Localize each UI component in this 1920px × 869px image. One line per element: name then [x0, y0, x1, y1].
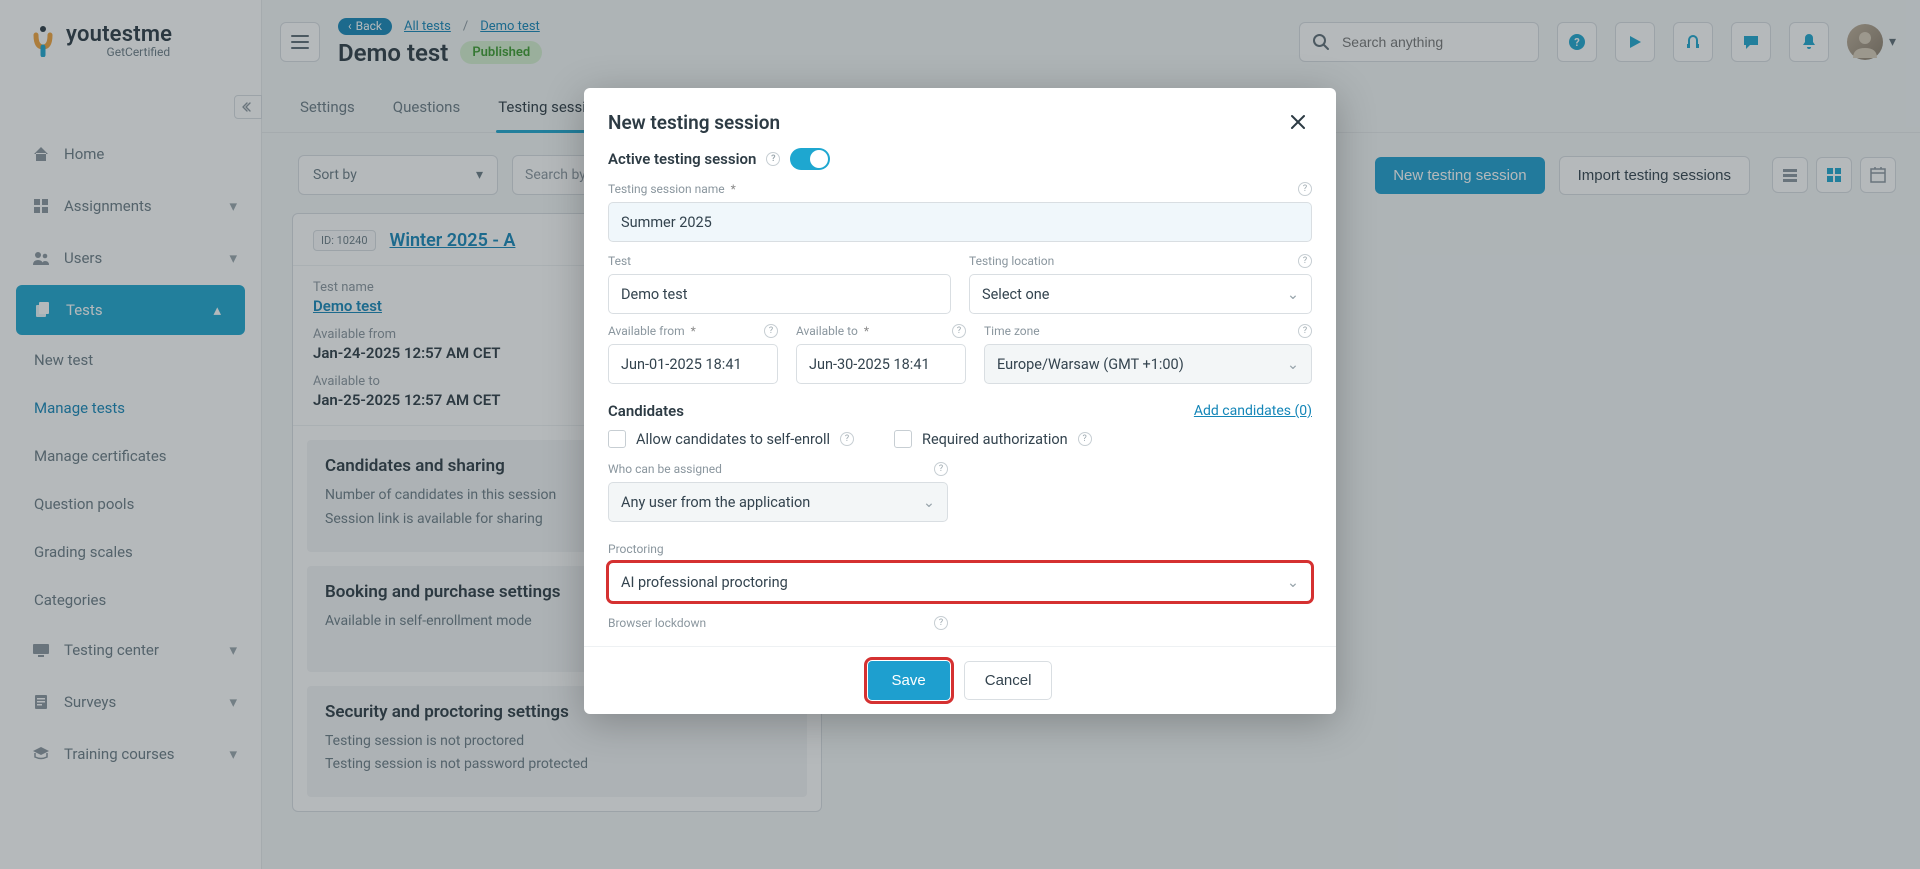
cancel-button[interactable]: Cancel: [964, 661, 1053, 700]
new-session-modal: New testing session Active testing sessi…: [584, 88, 1336, 714]
field-label: Test: [608, 254, 631, 268]
input-value: Jun-30-2025 18:41: [809, 356, 930, 373]
info-icon[interactable]: ?: [1298, 182, 1312, 196]
active-toggle[interactable]: [790, 148, 830, 170]
candidates-heading: Candidates: [608, 402, 684, 420]
session-name-input[interactable]: Summer 2025: [608, 202, 1312, 242]
checkbox-label: Allow candidates to self-enroll: [636, 431, 830, 448]
info-icon[interactable]: ?: [764, 324, 778, 338]
select-value: Europe/Warsaw (GMT +1:00): [997, 356, 1184, 373]
available-to-input[interactable]: Jun-30-2025 18:41: [796, 344, 966, 384]
field-label: Available from: [608, 324, 685, 338]
field-label: Who can be assigned: [608, 462, 722, 476]
field-label: Time zone: [984, 324, 1040, 338]
test-input[interactable]: Demo test: [608, 274, 951, 314]
select-value: AI professional proctoring: [621, 574, 788, 591]
field-label: Proctoring: [608, 542, 664, 556]
add-candidates-link[interactable]: Add candidates (0): [1194, 403, 1312, 419]
chevron-down-icon: ⌄: [1287, 574, 1299, 591]
info-icon[interactable]: ?: [952, 324, 966, 338]
timezone-select[interactable]: Europe/Warsaw (GMT +1:00) ⌄: [984, 344, 1312, 384]
field-label: Testing session name: [608, 182, 725, 196]
active-session-row: Active testing session ?: [608, 148, 1312, 170]
who-assigned-select[interactable]: Any user from the application ⌄: [608, 482, 948, 522]
checkbox-label: Required authorization: [922, 431, 1068, 448]
chevron-down-icon: ⌄: [923, 494, 935, 511]
location-select[interactable]: Select one ⌄: [969, 274, 1312, 314]
checkbox[interactable]: [608, 430, 626, 448]
info-icon[interactable]: ?: [934, 616, 948, 630]
info-icon[interactable]: ?: [1078, 432, 1092, 446]
self-enroll-option[interactable]: Allow candidates to self-enroll ?: [608, 430, 854, 448]
active-label: Active testing session: [608, 150, 756, 168]
modal-close-button[interactable]: [1284, 108, 1312, 136]
info-icon[interactable]: ?: [766, 152, 780, 166]
checkbox[interactable]: [894, 430, 912, 448]
proctoring-select[interactable]: AI professional proctoring ⌄: [608, 562, 1312, 602]
input-value: Jun-01-2025 18:41: [621, 356, 742, 373]
save-button[interactable]: Save: [868, 661, 950, 700]
field-label: Testing location: [969, 254, 1054, 268]
required-auth-option[interactable]: Required authorization ?: [894, 430, 1092, 448]
info-icon[interactable]: ?: [934, 462, 948, 476]
available-from-input[interactable]: Jun-01-2025 18:41: [608, 344, 778, 384]
info-icon[interactable]: ?: [1298, 254, 1312, 268]
modal-title: New testing session: [608, 111, 780, 134]
info-icon[interactable]: ?: [1298, 324, 1312, 338]
chevron-down-icon: ⌄: [1287, 356, 1299, 373]
select-value: Any user from the application: [621, 494, 810, 511]
modal-footer: Save Cancel: [584, 646, 1336, 714]
chevron-down-icon: ⌄: [1287, 286, 1299, 303]
info-icon[interactable]: ?: [840, 432, 854, 446]
select-value: Select one: [982, 286, 1049, 303]
field-label: Browser lockdown: [608, 616, 706, 630]
input-value: Demo test: [621, 286, 687, 303]
field-label: Available to: [796, 324, 858, 338]
modal-overlay: New testing session Active testing sessi…: [0, 0, 1920, 869]
input-value: Summer 2025: [621, 214, 712, 231]
